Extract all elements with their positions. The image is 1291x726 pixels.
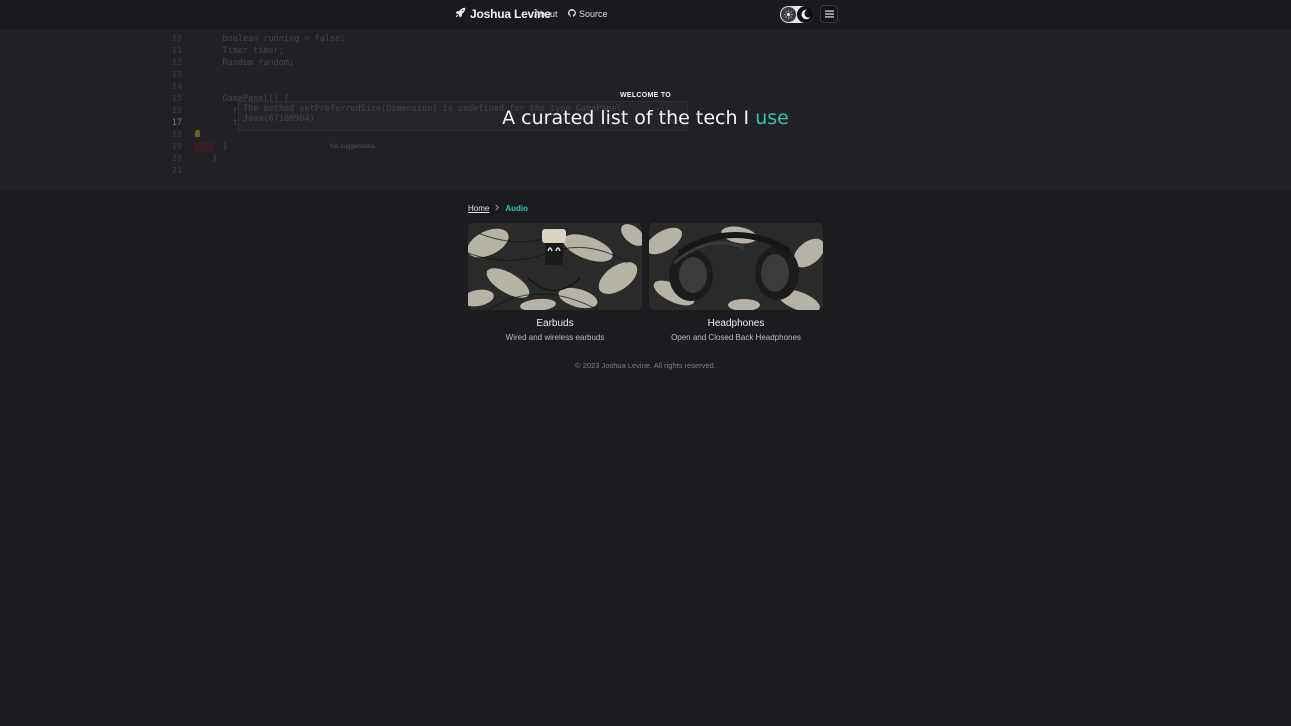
line-number: 10 — [171, 34, 182, 44]
line-number: 11 — [171, 46, 182, 56]
welcome-label: WELCOME TO — [619, 92, 672, 99]
card-subtitle: Open and Closed Back Headphones — [671, 333, 801, 342]
error-marker — [194, 142, 214, 152]
code-line: 11 Timer timer; — [160, 45, 720, 57]
code-line: 12 Random random; — [160, 57, 720, 69]
line-number: 18 — [171, 130, 182, 140]
line-number: 20 — [171, 154, 182, 164]
card-title: Earbuds — [536, 318, 574, 329]
nav-about-link[interactable]: About — [534, 9, 558, 19]
card-title: Headphones — [707, 318, 765, 329]
earbuds-image — [468, 223, 642, 310]
code-text: Timer timer; — [202, 46, 284, 56]
nav-source-link[interactable]: Source — [567, 9, 608, 19]
code-line: 10 boolean running = false; — [160, 33, 720, 45]
headline-text: A curated list of the tech I — [502, 107, 756, 129]
code-line: 13 — [160, 69, 720, 81]
sun-icon[interactable] — [780, 6, 797, 23]
chevron-right-icon — [494, 204, 500, 213]
breadcrumb-current: Audio — [505, 204, 529, 213]
code-line: 19 } — [160, 141, 720, 153]
card-earbuds[interactable]: Earbuds Wired and wireless earbuds — [468, 223, 642, 342]
card-headphones[interactable]: Headphones Open and Closed Back Headphon… — [649, 223, 823, 342]
top-nav: Joshua Levine About Source — [0, 0, 1291, 30]
code-text: Random random; — [202, 58, 295, 68]
breadcrumb: Home Audio — [468, 204, 528, 213]
headline-accent: use — [755, 107, 789, 129]
hamburger-icon — [824, 5, 834, 23]
moon-icon[interactable] — [797, 6, 814, 23]
headphones-image — [649, 223, 823, 310]
line-number: 21 — [171, 166, 182, 176]
lightbulb-icon — [195, 130, 200, 137]
nav-source-label: Source — [579, 9, 608, 19]
github-icon — [567, 9, 576, 19]
breadcrumb-home-link[interactable]: Home — [468, 204, 489, 213]
hero-headline: A curated list of the tech I use — [0, 107, 1291, 129]
code-line: 20 } — [160, 153, 720, 165]
code-line: 21 — [160, 165, 720, 177]
menu-button[interactable] — [820, 5, 838, 23]
footer-copyright: © 2023 Joshua Levine. All rights reserve… — [575, 361, 716, 370]
code-text: } — [202, 154, 218, 164]
rocket-icon — [455, 7, 466, 21]
code-text: boolean running = false; — [202, 34, 346, 44]
line-number: 12 — [171, 58, 182, 68]
hero-banner: 9 char direction = 'R';10 boolean runnin… — [0, 29, 1291, 190]
theme-toggle[interactable] — [780, 6, 814, 23]
line-number: 13 — [171, 70, 182, 80]
card-subtitle: Wired and wireless earbuds — [505, 333, 605, 342]
no-suggestions-text: No suggestions. — [330, 143, 377, 150]
line-number: 19 — [171, 142, 182, 152]
